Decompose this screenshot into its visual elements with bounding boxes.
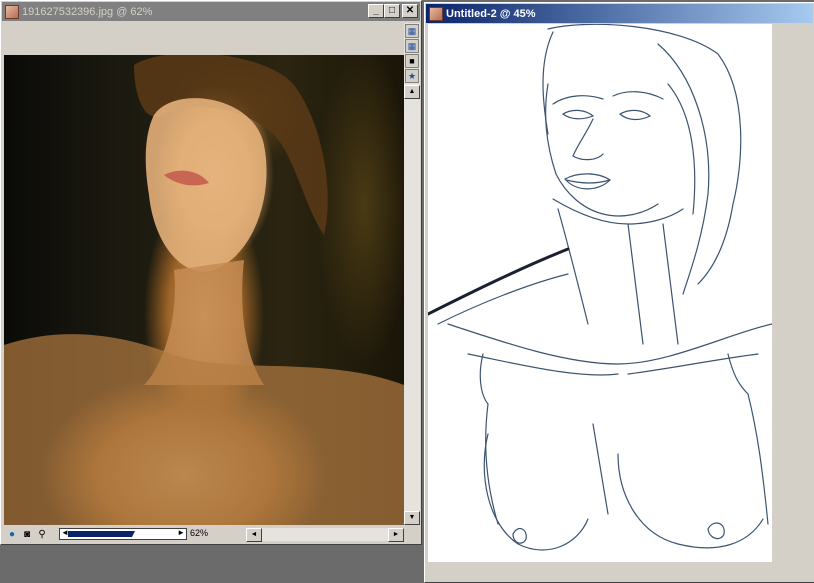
minimize-button[interactable]: _ bbox=[368, 4, 384, 18]
reference-statusbar: ● ◙ ⚲ ◄ ► 62% ◄ ► bbox=[4, 527, 404, 542]
scroll-left-button[interactable]: ◄ bbox=[246, 528, 262, 542]
photo-margin bbox=[4, 23, 404, 55]
reference-titlebar[interactable]: 191627532396.jpg @ 62% _ □ ✕ bbox=[2, 2, 420, 21]
reference-photo bbox=[4, 55, 404, 525]
zoom-level-label: 62% bbox=[190, 528, 209, 538]
sketch-window: Untitled-2 @ 45% bbox=[424, 2, 814, 583]
grid-icon[interactable]: ▦ bbox=[405, 39, 419, 53]
portrait-thumbnail-icon bbox=[5, 4, 19, 19]
star-icon[interactable]: ★ bbox=[405, 69, 419, 83]
zoom-slider-thumb[interactable] bbox=[132, 529, 140, 537]
reference-horizontal-scrollbar[interactable]: ◄ ► bbox=[246, 528, 404, 542]
globe-icon[interactable]: ● bbox=[5, 528, 19, 541]
close-button[interactable]: ✕ bbox=[402, 4, 418, 18]
binoculars-icon[interactable]: ◙ bbox=[20, 528, 34, 541]
sketch-titlebar[interactable]: Untitled-2 @ 45% bbox=[426, 4, 813, 23]
screen-mode-icon[interactable]: ■ bbox=[405, 54, 419, 68]
layers-icon[interactable]: ▦ bbox=[405, 24, 419, 38]
sketch-canvas[interactable] bbox=[428, 24, 772, 562]
scroll-up-button[interactable]: ▲ bbox=[404, 85, 420, 99]
scroll-right-button[interactable]: ► bbox=[388, 528, 404, 542]
reference-window: 191627532396.jpg @ 62% _ □ ✕ ▦ ▦ ■ ★ ▲ ▼… bbox=[0, 0, 422, 545]
zoom-slider[interactable]: ◄ ► bbox=[59, 528, 187, 540]
magnifier-icon[interactable]: ⚲ bbox=[35, 528, 49, 541]
zoom-slider-fill bbox=[68, 531, 136, 537]
maximize-button[interactable]: □ bbox=[384, 4, 400, 18]
zoom-right-arrow[interactable]: ► bbox=[177, 528, 185, 537]
reference-title: 191627532396.jpg @ 62% bbox=[22, 5, 153, 18]
sketch-title: Untitled-2 @ 45% bbox=[446, 7, 536, 20]
portrait-thumbnail-icon bbox=[429, 6, 443, 21]
reference-vertical-scrollbar[interactable]: ▦ ▦ ■ ★ ▲ ▼ bbox=[404, 23, 420, 525]
scroll-down-button[interactable]: ▼ bbox=[404, 511, 420, 525]
